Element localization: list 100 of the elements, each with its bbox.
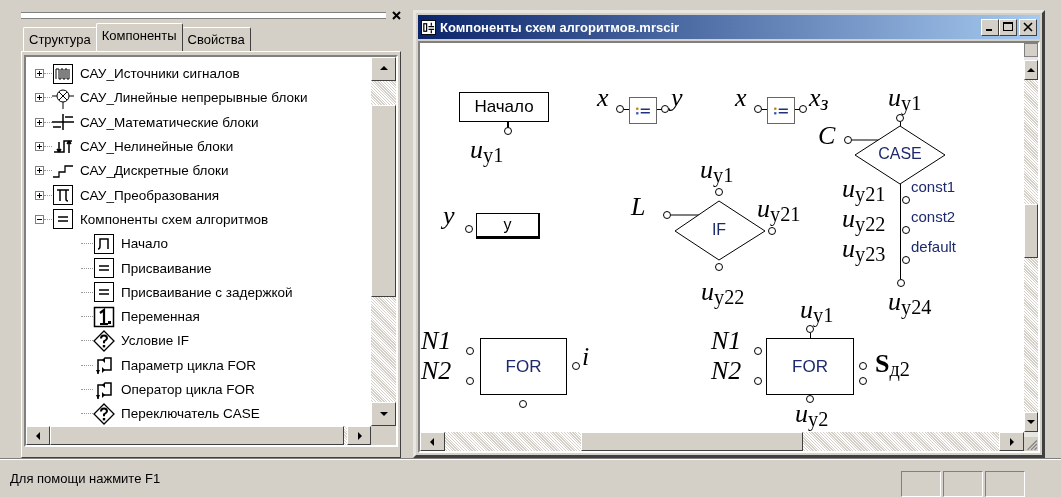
close-icon[interactable] — [392, 10, 401, 20]
signal-label: u$_{у1}$ — [470, 137, 504, 165]
signal-label: N1 — [711, 328, 742, 354]
scroll-thumb[interactable] — [50, 426, 344, 445]
port-icon — [799, 105, 807, 113]
scroll-left-button[interactable] — [26, 426, 50, 445]
minimize-icon — [986, 29, 992, 31]
left-arrow-icon — [35, 431, 41, 440]
branch-value: const2 — [911, 208, 956, 225]
tree-item[interactable]: САУ_Математические блоки — [80, 114, 259, 130]
tree-item[interactable]: Параметр цикла FOR — [121, 357, 256, 373]
right-arrow-icon — [356, 431, 362, 440]
diamond-question-icon — [93, 402, 115, 425]
port-icon — [466, 377, 474, 385]
panel-tab[interactable]: Свойства — [181, 26, 251, 51]
port-icon — [519, 400, 527, 408]
signal-label: x — [735, 85, 747, 111]
close-button[interactable] — [1019, 18, 1037, 36]
tree-item[interactable]: Компоненты схем алгоритмов — [80, 211, 269, 227]
signal-label: u$_{у21}$ — [842, 176, 886, 204]
numbered-box-icon — [93, 305, 115, 328]
assign-block[interactable] — [629, 97, 657, 124]
scroll-track[interactable] — [344, 426, 347, 445]
expand-icon[interactable] — [35, 166, 44, 176]
left-arrow-icon — [430, 437, 435, 446]
branch-value: const1 — [911, 178, 956, 195]
status-pane — [985, 471, 1025, 497]
tree-item[interactable]: Оператор цикла FOR — [121, 382, 255, 398]
signal-label: i — [582, 344, 590, 370]
port-icon — [754, 377, 762, 385]
for-block[interactable]: FOR — [766, 338, 854, 395]
signal-label: u$_{у24}$ — [888, 289, 932, 317]
port-icon — [897, 279, 905, 287]
signal-label: N1 — [421, 328, 452, 354]
scroll-up-button[interactable] — [371, 56, 396, 81]
scroll-right-button[interactable] — [347, 426, 371, 445]
port-icon — [896, 114, 904, 122]
minimize-button[interactable] — [981, 18, 999, 36]
scroll-down-button[interactable] — [1024, 412, 1038, 432]
tree-item[interactable]: Присваивание — [121, 260, 212, 276]
tree-item[interactable]: САУ_Нелинейные блоки — [80, 139, 234, 155]
port-icon — [768, 227, 776, 235]
tree-item[interactable]: Переключатель CASE — [121, 406, 260, 422]
expand-icon[interactable] — [35, 69, 44, 79]
block-label: CASE — [877, 145, 923, 163]
collapse-icon[interactable] — [35, 214, 44, 224]
up-arrow-icon — [1027, 67, 1035, 73]
panel-tab[interactable]: Компоненты — [95, 22, 183, 51]
status-pane — [901, 471, 941, 497]
window-title: Компоненты схем алгоритмов.mrscir — [440, 19, 680, 35]
signal-label: x — [597, 85, 609, 111]
tree-item[interactable]: САУ_Дискретные блоки — [80, 163, 229, 179]
tree-item[interactable]: Условие IF — [121, 333, 189, 349]
expand-icon[interactable] — [35, 117, 44, 127]
maximize-button[interactable] — [999, 18, 1017, 36]
scroll-thumb[interactable] — [371, 104, 396, 297]
down-arrow-icon — [1027, 419, 1035, 425]
signal-label: u$_{у1}$ — [700, 157, 734, 185]
block-label: IF — [710, 221, 728, 239]
scroll-left-button[interactable] — [420, 432, 445, 451]
resize-grip-icon[interactable] — [1024, 437, 1038, 451]
panel-tab[interactable]: Структура — [23, 26, 97, 51]
scroll-up-button[interactable] — [1024, 60, 1038, 80]
scroll-thumb[interactable] — [581, 432, 803, 451]
right-arrow-icon — [1009, 437, 1014, 446]
port-icon — [504, 127, 512, 135]
scroll-down-button[interactable] — [371, 402, 396, 426]
tree-item[interactable]: САУ_Линейные непрерывные блоки — [80, 90, 308, 106]
tree-item[interactable]: Переменная — [121, 309, 200, 325]
tree-item[interactable]: Присваивание с задержкой — [121, 284, 293, 300]
splitter-handle[interactable] — [1024, 43, 1038, 57]
start-block[interactable]: Начало — [459, 92, 549, 122]
port-icon — [806, 395, 814, 403]
scroll-right-button[interactable] — [999, 432, 1024, 451]
scroll-thumb[interactable] — [1024, 204, 1038, 258]
signal-label: u$_{у23}$ — [842, 236, 886, 264]
expand-icon[interactable] — [35, 190, 44, 200]
scroll-track[interactable] — [371, 80, 396, 105]
port-icon — [663, 211, 671, 219]
panel-gripper[interactable] — [21, 11, 386, 19]
expand-icon[interactable] — [35, 93, 44, 103]
for-block[interactable]: FOR — [480, 338, 567, 395]
assign-block[interactable] — [767, 97, 795, 124]
summing-junction-icon — [52, 87, 74, 109]
signal-label: N2 — [711, 358, 742, 384]
variable-block[interactable]: y — [476, 213, 540, 239]
expand-icon[interactable] — [35, 142, 44, 152]
signal-label: u$_{у22}$ — [842, 206, 886, 234]
scrollbar-corner — [371, 426, 396, 445]
port-icon — [806, 325, 814, 333]
signal-label: C — [818, 123, 836, 149]
tree-item[interactable]: САУ_Преобразования — [80, 187, 220, 203]
tree-item[interactable]: САУ_Источники сигналов — [80, 66, 240, 82]
signal-wave-icon — [52, 62, 74, 85]
loop-arrows-icon — [93, 354, 115, 377]
signal-label: L — [631, 194, 646, 220]
equals-box-icon — [93, 257, 115, 280]
equals-box-icon — [52, 208, 74, 231]
diamond-question-icon — [93, 329, 115, 352]
tree-item[interactable]: Начало — [121, 236, 169, 252]
